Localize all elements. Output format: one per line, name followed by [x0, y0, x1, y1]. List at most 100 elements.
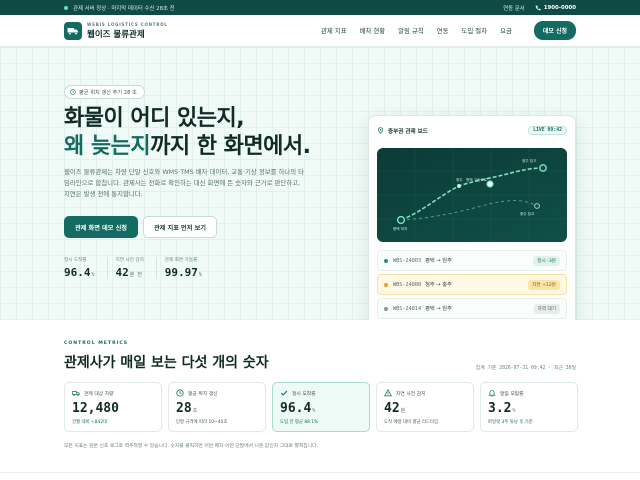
bell-icon — [488, 389, 496, 397]
start-node[interactable] — [396, 215, 406, 225]
nav-integration[interactable]: 연동 — [437, 26, 449, 35]
board-title: 충부권 관제 보드 — [388, 128, 428, 135]
metric-card-ontime[interactable]: 정시 도착률 96.4% 도입 전 평균 88.1% — [272, 382, 370, 432]
shipment-row[interactable]: WBS-24803 평택 → 원주 정시 -3분 — [377, 250, 567, 271]
logo[interactable] — [64, 21, 82, 40]
metric-label: 정시 도착률 — [292, 391, 316, 397]
shipment-list: WBS-24803 평택 → 원주 정시 -3분 WBS-24808 청주 → … — [377, 250, 567, 322]
brand-korean: 웹이즈 물류관제 — [87, 29, 145, 40]
metric-value: 3.2 — [488, 401, 512, 416]
alt-end-node[interactable] — [534, 203, 540, 209]
demo-request-button[interactable]: 데모 신청 — [533, 21, 576, 40]
metric-unit: 초 — [192, 408, 198, 414]
shipment-route: 청주 → 충주 — [425, 282, 452, 288]
metric-card-false-alarm[interactable]: 알림 오탐률 3.2% 파일럿 3주 튜닝 후 기준 — [480, 382, 578, 432]
metrics-section: CONTROL METRICS 관제사가 매일 보는 다섯 개의 숫자 집계 기… — [0, 320, 640, 480]
metric-label: 관제 대상 차량 — [84, 391, 114, 397]
shipment-route: 평택 → 원주 — [425, 306, 452, 312]
metric-card-early-detect[interactable]: 지연 사전 감지 42분 도착 예정 대비 평균 리드타임 — [376, 382, 474, 432]
metric-sub: 도입 전 평균 88.1% — [280, 420, 319, 425]
stat-label: 관제 화면 가동률 — [164, 258, 198, 263]
metric-value: 42 — [384, 401, 400, 416]
metrics-footnote: 모든 지표는 원본 신호 로그로 역추적할 수 있습니다. 숫자를 클릭하면 어… — [64, 444, 319, 449]
nav-metrics[interactable]: 관제 지표 — [321, 26, 347, 35]
metric-unit: % — [512, 408, 516, 414]
route-map-svg: 평택 하차 청주 평택 고속도로 청주 창고 충주 창고 — [377, 148, 567, 242]
metric-unit: % — [312, 408, 316, 414]
metric-sub: 도착 예정 대비 평균 리드타임 — [384, 420, 439, 425]
card-header: 충부권 관제 보드 LIVE 09:42 — [377, 126, 567, 135]
check-icon — [280, 389, 288, 397]
row-status-dot — [384, 258, 388, 263]
label-start: 평택 하차 — [393, 226, 408, 231]
shipment-id: WBS-24803 — [393, 257, 422, 264]
nav-alert-rules[interactable]: 알림 규칙 — [398, 26, 424, 35]
hero-demo-button[interactable]: 관제 화면 데모 신청 — [64, 216, 138, 238]
metric-label: 평균 위치 갱신 — [188, 391, 218, 397]
metric-card-vehicles[interactable]: 관제 대상 차량 12,480 전월 대비 +842대 — [64, 382, 162, 432]
truck-icon — [72, 389, 80, 397]
docs-link[interactable]: 연동 문서 — [503, 4, 525, 12]
stat-uptime: 관제 화면 가동률 99.97% — [165, 257, 214, 279]
site-header: WEBIS LOGISTICS CONTROL 웹이즈 물류관제 관제 지표 배… — [0, 15, 640, 47]
label-mid0: 청주 — [456, 177, 463, 182]
update-interval-pill: 평균 위치 갱신 주기 28 초 — [64, 85, 145, 99]
metric-sub: 전월 대비 +842대 — [72, 420, 108, 425]
desc-line2: 임라인으로 합칩니다. 관제사는 전화로 확인하는 대신 화면에 뜬 숫자와 근… — [64, 179, 301, 187]
section-divider — [0, 472, 640, 473]
metric-sub: 파일럿 3주 튜닝 후 기준 — [488, 420, 533, 425]
headline-accent: 왜 늦는지 — [64, 134, 151, 159]
hero-stats: 정시 도착률 96.4% 지연 사전 감지 42분 전 관제 화면 가동률 99… — [64, 257, 222, 279]
live-badge: LIVE 09:42 — [528, 126, 567, 135]
nav-onboarding[interactable]: 도입 절차 — [462, 26, 488, 35]
status-bar: 관제 서버 정상 · 마지막 데이터 수신 28초 전 연동 문서 1900-0… — [0, 0, 640, 15]
row-status-dot — [384, 306, 388, 311]
brand: WEBIS LOGISTICS CONTROL 웹이즈 물류관제 — [87, 22, 168, 40]
shipment-route: 평택 → 원주 — [425, 258, 452, 264]
brand-english: WEBIS LOGISTICS CONTROL — [87, 21, 168, 27]
control-board-card: 충부권 관제 보드 LIVE 09:42 평택 하차 청주 평택 고속도로 청주… — [368, 115, 576, 341]
stat-unit: 분 전 — [129, 272, 142, 278]
desc-line3: 지연은 발생 전에 통지합니다. — [64, 190, 143, 198]
metric-cards: 관제 대상 차량 12,480 전월 대비 +842대 평균 위치 갱신 28초… — [64, 382, 578, 432]
shipment-id: WBS-24814 — [393, 305, 422, 312]
stat-early-detect: 지연 사전 감지 42분 전 — [116, 257, 157, 279]
shipment-row[interactable]: WBS-24808 청주 → 충주 지연 +12분 — [377, 274, 567, 295]
hero-section: 평균 위치 갱신 주기 28 초 화물이 어디 있는지, 왜 늦는지까지 한 화… — [0, 47, 640, 341]
hero-headline: 화물이 어디 있는지, 왜 늦는지까지 한 화면에서. — [64, 105, 311, 161]
alert-icon — [384, 389, 392, 397]
stat-value: 99.97 — [164, 266, 198, 279]
nav-dispatch[interactable]: 배차 현황 — [360, 26, 386, 35]
shipment-status-badge: 지연 +12분 — [528, 279, 560, 290]
end-node[interactable] — [539, 164, 547, 172]
topbar-right: 연동 문서 1900-0000 — [503, 4, 576, 12]
label-mid1: 평택 고속도로 — [466, 177, 488, 182]
shipment-id: WBS-24808 — [393, 281, 422, 288]
metric-card-update-interval[interactable]: 평균 위치 갱신 28초 단말 규격에 따라 10~40초 — [168, 382, 266, 432]
label-alt: 충주 창고 — [520, 211, 535, 216]
headline-rest: 까지 한 화면에서. — [150, 134, 311, 159]
aggregation-reference: 집계 기준 2026-07-31 09:42 · 최근 30일 — [475, 366, 576, 371]
waypoint-node[interactable] — [457, 184, 461, 188]
stat-value: 42 — [115, 266, 129, 279]
nav-pricing[interactable]: 요금 — [500, 26, 512, 35]
stat-unit: % — [198, 272, 202, 278]
phone-number[interactable]: 1900-0000 — [535, 5, 576, 11]
desc-line1: 웹이즈 물류관제는 차량 단말 신호와 WMS·TMS 배차 데이터, 교통·기… — [64, 168, 305, 176]
main-nav: 관제 지표 배차 현황 알림 규칙 연동 도입 절차 요금 — [321, 26, 512, 35]
shipment-status-badge: 정시 -3분 — [533, 255, 560, 266]
status-indicator — [64, 5, 68, 10]
shipment-row[interactable]: WBS-24814 평택 → 원주 하역 대기 — [377, 298, 567, 319]
location-pin-icon — [378, 127, 383, 134]
label-end: 청주 창고 — [522, 158, 537, 163]
clock-icon — [176, 389, 184, 397]
server-status-text: 관제 서버 정상 · 마지막 데이터 수신 28초 전 — [73, 5, 175, 12]
phone-icon — [535, 5, 541, 10]
metric-sub: 단말 규격에 따라 10~40초 — [176, 420, 228, 425]
pill-text: 평균 위치 갱신 주기 28 초 — [79, 89, 137, 96]
current-vehicle-node[interactable] — [486, 180, 494, 188]
route-map[interactable]: 평택 하차 청주 평택 고속도로 청주 창고 충주 창고 — [377, 148, 567, 242]
clock-icon — [70, 89, 76, 95]
hero-metrics-button[interactable]: 관제 지표 먼저 보기 — [143, 216, 217, 238]
stat-label: 정시 도착률 — [64, 258, 87, 263]
